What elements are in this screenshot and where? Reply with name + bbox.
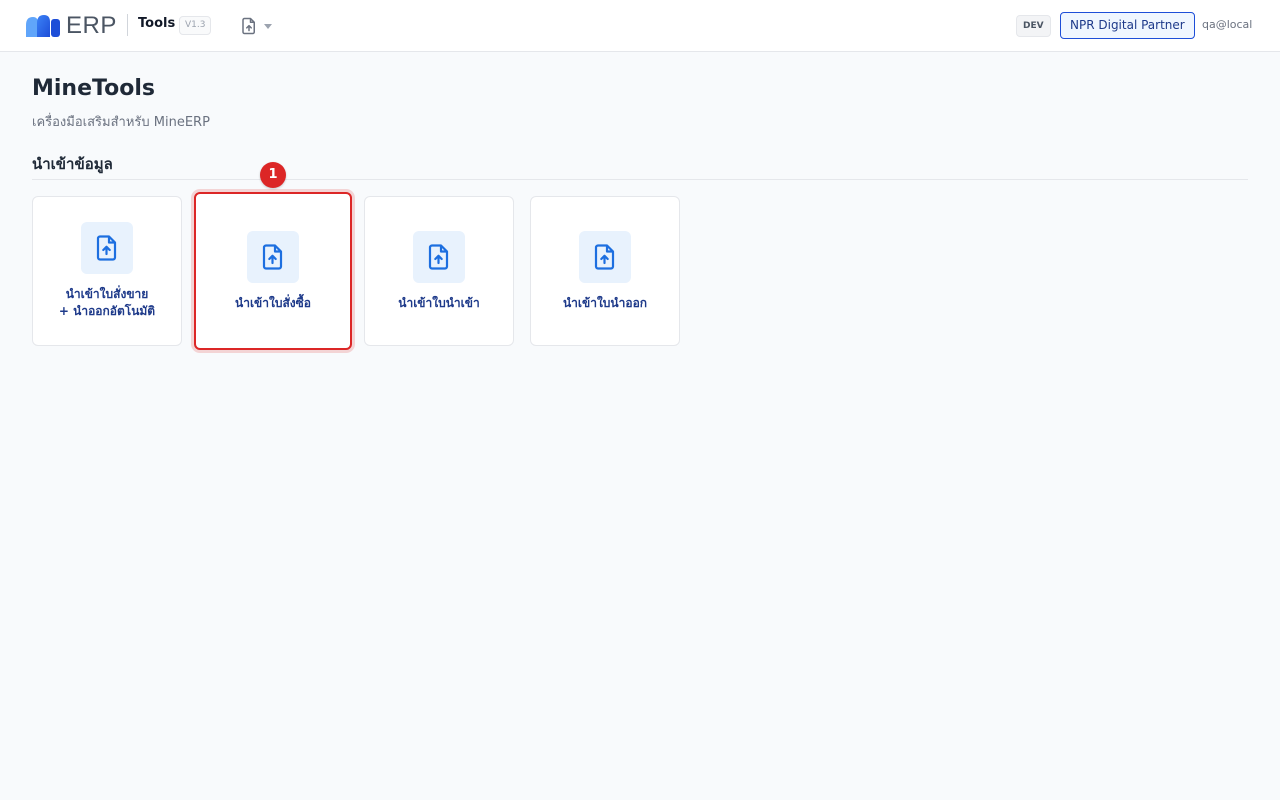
env-badge: DEV	[1016, 15, 1051, 37]
card-import-issue[interactable]: นำเข้าใบนำออก	[530, 196, 680, 346]
page-subtitle: เครื่องมือเสริมสำหรับ MineERP	[32, 115, 210, 130]
card-label: นำเข้าใบสั่งขาย + นำออกอัตโนมัติ	[58, 287, 156, 318]
card-label: นำเข้าใบสั่งซื้อ	[235, 295, 311, 310]
org-button[interactable]: NPR Digital Partner	[1060, 12, 1195, 39]
chevron-down-icon	[264, 23, 272, 29]
section-title: นำเข้าข้อมูล	[32, 155, 113, 173]
card-icon-box	[247, 230, 299, 283]
card-icon-box	[81, 222, 133, 274]
file-upload-icon	[428, 243, 449, 270]
app-name: Tools	[138, 16, 176, 31]
card-import-purchase-order[interactable]: นำเข้าใบสั่งซื้อ	[194, 192, 352, 350]
card-import-sales-order[interactable]: นำเข้าใบสั่งขาย + นำออกอัตโนมัติ	[32, 196, 182, 346]
version-badge: V1.3	[179, 16, 212, 35]
card-icon-box	[579, 230, 631, 283]
top-bar: ERP Tools V1.3 DEV NPR Digital Partner q…	[0, 0, 1280, 52]
step-marker: 1	[260, 162, 286, 188]
file-upload-icon	[96, 235, 117, 261]
card-label: นำเข้าใบนำเข้า	[398, 295, 480, 310]
card-label: นำเข้าใบนำออก	[562, 295, 648, 310]
logo-text: ERP	[66, 12, 117, 39]
page-title: MineTools	[32, 76, 155, 101]
section-divider	[32, 179, 1248, 180]
file-upload-icon	[242, 17, 255, 35]
header-divider	[127, 14, 128, 36]
import-menu-button[interactable]	[240, 14, 282, 38]
logo-mark-icon	[26, 15, 60, 37]
erp-logo[interactable]: ERP	[24, 12, 117, 40]
file-upload-icon	[262, 243, 283, 270]
user-account[interactable]: qa@local	[1202, 18, 1252, 31]
file-upload-icon	[594, 243, 615, 270]
card-import-receipt[interactable]: นำเข้าใบนำเข้า	[364, 196, 514, 346]
card-icon-box	[413, 230, 465, 283]
